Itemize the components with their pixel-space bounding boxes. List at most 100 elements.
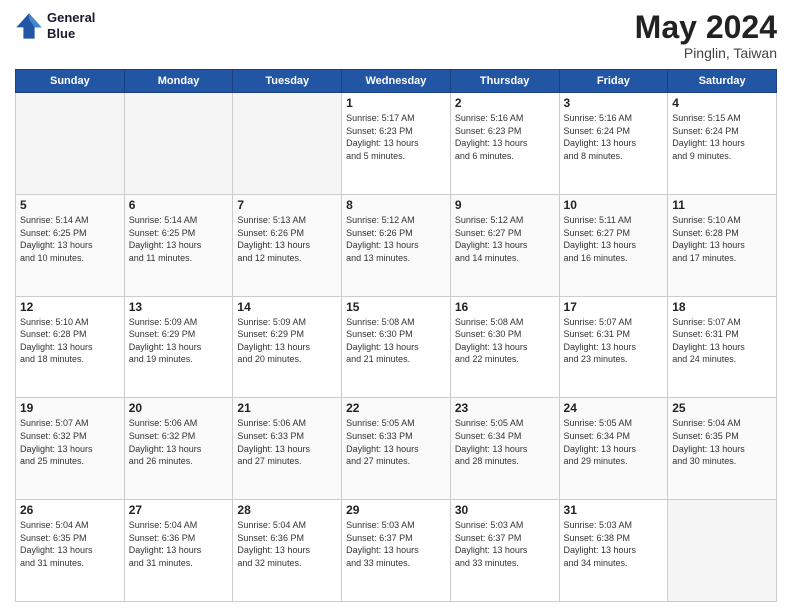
day-info: Sunrise: 5:07 AM Sunset: 6:31 PM Dayligh… (564, 316, 664, 366)
calendar-cell: 25 Sunrise: 5:04 AM Sunset: 6:35 PM Dayli… (668, 398, 777, 500)
day-number: 5 (20, 198, 120, 212)
week-row-5: 26 Sunrise: 5:04 AM Sunset: 6:35 PM Dayli… (16, 500, 777, 602)
week-row-3: 12Sunrise: 5:10 AM Sunset: 6:28 PM Dayli… (16, 296, 777, 398)
day-info: Sunrise: 5:12 AM Sunset: 6:26 PM Dayligh… (346, 214, 446, 264)
day-number: 7 (237, 198, 337, 212)
day-number: 30 (455, 503, 555, 517)
calendar-cell: 21Sunrise: 5:06 AM Sunset: 6:33 PM Dayli… (233, 398, 342, 500)
calendar-cell: 16 Sunrise: 5:08 AM Sunset: 6:30 PM Dayli… (450, 296, 559, 398)
calendar-cell: 14 Sunrise: 5:09 AM Sunset: 6:29 PM Dayli… (233, 296, 342, 398)
day-info: Sunrise: 5:15 AM Sunset: 6:24 PM Dayligh… (672, 112, 772, 162)
calendar-cell: 10 Sunrise: 5:11 AM Sunset: 6:27 PM Dayli… (559, 194, 668, 296)
day-number: 26 (20, 503, 120, 517)
day-number: 18 (672, 300, 772, 314)
day-info: Sunrise: 5:14 AM Sunset: 6:25 PM Dayligh… (20, 214, 120, 264)
day-number: 9 (455, 198, 555, 212)
day-info: Sunrise: 5:13 AM Sunset: 6:26 PM Dayligh… (237, 214, 337, 264)
day-info: Sunrise: 5:10 AM Sunset: 6:28 PM Dayligh… (672, 214, 772, 264)
day-number: 13 (129, 300, 229, 314)
calendar-cell: 28Sunrise: 5:04 AM Sunset: 6:36 PM Dayli… (233, 500, 342, 602)
weekday-header-row: SundayMondayTuesdayWednesdayThursdayFrid… (16, 70, 777, 93)
day-info: Sunrise: 5:16 AM Sunset: 6:24 PM Dayligh… (564, 112, 664, 162)
day-number: 1 (346, 96, 446, 110)
calendar-cell: 24 Sunrise: 5:05 AM Sunset: 6:34 PM Dayli… (559, 398, 668, 500)
day-info: Sunrise: 5:07 AM Sunset: 6:31 PM Dayligh… (672, 316, 772, 366)
day-info: Sunrise: 5:03 AM Sunset: 6:37 PM Dayligh… (346, 519, 446, 569)
day-info: Sunrise: 5:14 AM Sunset: 6:25 PM Dayligh… (129, 214, 229, 264)
day-number: 28 (237, 503, 337, 517)
calendar-cell: 13 Sunrise: 5:09 AM Sunset: 6:29 PM Dayli… (124, 296, 233, 398)
weekday-header-saturday: Saturday (668, 70, 777, 93)
calendar-cell: 8 Sunrise: 5:12 AM Sunset: 6:26 PM Daylig… (342, 194, 451, 296)
weekday-header-thursday: Thursday (450, 70, 559, 93)
day-number: 16 (455, 300, 555, 314)
calendar-cell: 27 Sunrise: 5:04 AM Sunset: 6:36 PM Dayli… (124, 500, 233, 602)
day-info: Sunrise: 5:03 AM Sunset: 6:37 PM Dayligh… (455, 519, 555, 569)
day-info: Sunrise: 5:06 AM Sunset: 6:33 PM Dayligh… (237, 417, 337, 467)
day-number: 6 (129, 198, 229, 212)
day-number: 11 (672, 198, 772, 212)
day-info: Sunrise: 5:04 AM Sunset: 6:35 PM Dayligh… (20, 519, 120, 569)
day-number: 8 (346, 198, 446, 212)
calendar-cell (124, 93, 233, 195)
day-info: Sunrise: 5:17 AM Sunset: 6:23 PM Dayligh… (346, 112, 446, 162)
day-number: 29 (346, 503, 446, 517)
calendar-cell: 9Sunrise: 5:12 AM Sunset: 6:27 PM Daylig… (450, 194, 559, 296)
day-info: Sunrise: 5:09 AM Sunset: 6:29 PM Dayligh… (237, 316, 337, 366)
weekday-header-monday: Monday (124, 70, 233, 93)
logo-line1: General (47, 10, 95, 26)
calendar-cell: 11 Sunrise: 5:10 AM Sunset: 6:28 PM Dayli… (668, 194, 777, 296)
logo-text: General Blue (47, 10, 95, 41)
day-info: Sunrise: 5:09 AM Sunset: 6:29 PM Dayligh… (129, 316, 229, 366)
day-number: 3 (564, 96, 664, 110)
calendar-cell: 6 Sunrise: 5:14 AM Sunset: 6:25 PM Daylig… (124, 194, 233, 296)
day-number: 2 (455, 96, 555, 110)
calendar-cell: 12Sunrise: 5:10 AM Sunset: 6:28 PM Dayli… (16, 296, 125, 398)
calendar-cell: 3 Sunrise: 5:16 AM Sunset: 6:24 PM Daylig… (559, 93, 668, 195)
calendar-cell: 17Sunrise: 5:07 AM Sunset: 6:31 PM Dayli… (559, 296, 668, 398)
calendar-cell: 31 Sunrise: 5:03 AM Sunset: 6:38 PM Dayli… (559, 500, 668, 602)
month-year: May 2024 (635, 10, 777, 45)
day-number: 14 (237, 300, 337, 314)
day-number: 20 (129, 401, 229, 415)
day-info: Sunrise: 5:08 AM Sunset: 6:30 PM Dayligh… (346, 316, 446, 366)
calendar-cell: 2 Sunrise: 5:16 AM Sunset: 6:23 PM Daylig… (450, 93, 559, 195)
weekday-header-sunday: Sunday (16, 70, 125, 93)
day-number: 15 (346, 300, 446, 314)
day-number: 10 (564, 198, 664, 212)
day-number: 27 (129, 503, 229, 517)
calendar-cell: 23Sunrise: 5:05 AM Sunset: 6:34 PM Dayli… (450, 398, 559, 500)
day-number: 25 (672, 401, 772, 415)
day-info: Sunrise: 5:16 AM Sunset: 6:23 PM Dayligh… (455, 112, 555, 162)
calendar-cell: 26 Sunrise: 5:04 AM Sunset: 6:35 PM Dayli… (16, 500, 125, 602)
week-row-4: 19Sunrise: 5:07 AM Sunset: 6:32 PM Dayli… (16, 398, 777, 500)
location: Pinglin, Taiwan (635, 45, 777, 61)
calendar-cell: 1 Sunrise: 5:17 AM Sunset: 6:23 PM Daylig… (342, 93, 451, 195)
weekday-header-friday: Friday (559, 70, 668, 93)
weekday-header-tuesday: Tuesday (233, 70, 342, 93)
day-info: Sunrise: 5:05 AM Sunset: 6:34 PM Dayligh… (564, 417, 664, 467)
day-info: Sunrise: 5:04 AM Sunset: 6:35 PM Dayligh… (672, 417, 772, 467)
day-number: 12 (20, 300, 120, 314)
day-info: Sunrise: 5:05 AM Sunset: 6:34 PM Dayligh… (455, 417, 555, 467)
day-info: Sunrise: 5:04 AM Sunset: 6:36 PM Dayligh… (129, 519, 229, 569)
calendar-table: SundayMondayTuesdayWednesdayThursdayFrid… (15, 69, 777, 602)
day-number: 19 (20, 401, 120, 415)
weekday-header-wednesday: Wednesday (342, 70, 451, 93)
day-number: 4 (672, 96, 772, 110)
day-number: 31 (564, 503, 664, 517)
calendar-cell: 5 Sunrise: 5:14 AM Sunset: 6:25 PM Daylig… (16, 194, 125, 296)
day-info: Sunrise: 5:11 AM Sunset: 6:27 PM Dayligh… (564, 214, 664, 264)
calendar-cell: 20Sunrise: 5:06 AM Sunset: 6:32 PM Dayli… (124, 398, 233, 500)
calendar-cell: 4 Sunrise: 5:15 AM Sunset: 6:24 PM Daylig… (668, 93, 777, 195)
logo-icon (15, 12, 43, 40)
calendar-cell (233, 93, 342, 195)
calendar-cell (668, 500, 777, 602)
calendar-cell: 30 Sunrise: 5:03 AM Sunset: 6:37 PM Dayli… (450, 500, 559, 602)
calendar-cell (16, 93, 125, 195)
page: General Blue May 2024 Pinglin, Taiwan Su… (0, 0, 792, 612)
day-info: Sunrise: 5:03 AM Sunset: 6:38 PM Dayligh… (564, 519, 664, 569)
day-info: Sunrise: 5:08 AM Sunset: 6:30 PM Dayligh… (455, 316, 555, 366)
day-number: 24 (564, 401, 664, 415)
calendar-cell: 29 Sunrise: 5:03 AM Sunset: 6:37 PM Dayli… (342, 500, 451, 602)
